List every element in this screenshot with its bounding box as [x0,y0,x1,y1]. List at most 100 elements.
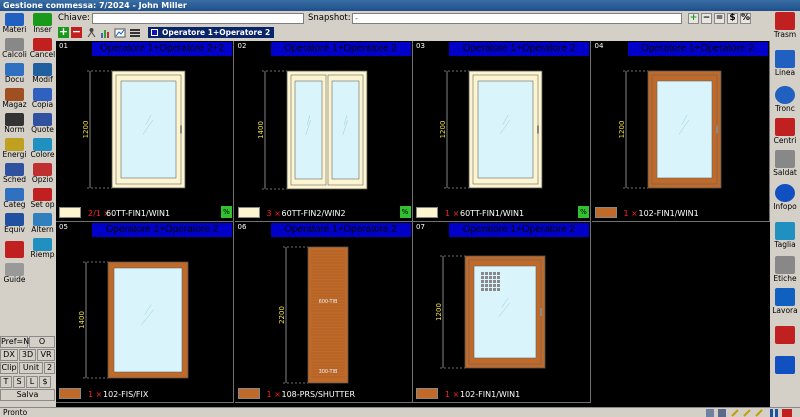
position-cell-04[interactable]: 04 Operatore 1+Operatore 2 1 × 102-FIN1/… [591,41,770,222]
left-mini-12[interactable]: Salva [0,389,55,401]
snapshot-input[interactable]: - [352,13,682,24]
right-tool-trasm[interactable]: Trasm [771,11,799,41]
right-tool-stopwatch-icon[interactable] [771,355,799,385]
left-mini-11[interactable]: $ [39,376,51,388]
left-tool-equiv[interactable]: Equiv [1,212,28,237]
left-tool-exit-icon[interactable] [1,237,28,262]
left-tool-opzio[interactable]: Opzio [29,162,56,187]
right-tool-linea[interactable]: Linea [771,49,799,79]
left-tool-set-op[interactable]: Set op [29,187,56,212]
remove-row-icon[interactable]: − [71,26,82,38]
left-tool-materi[interactable]: Materi [1,12,28,37]
percent-button[interactable]: % [740,13,751,24]
color-swatch [416,207,438,218]
add-row-icon[interactable]: + [58,26,69,38]
left-mini-10[interactable]: L [26,376,38,388]
left-tool-label: Cancel [29,50,56,59]
percent-badge[interactable]: % [221,206,232,218]
position-cell-03[interactable]: 03 Operatore 1+Operatore 2 1 × 60TT-FIN1… [413,41,591,222]
left-tool-quote[interactable]: Quote [29,112,56,137]
list-view-icon[interactable] [129,27,141,38]
percent-badge[interactable]: % [578,206,589,218]
left-tool-docu[interactable]: Docu [1,62,28,87]
percent-badge[interactable]: % [399,206,411,218]
position-cell-02[interactable]: 02 Operatore 1+Operatore 2 3 × 60TT-FIN2… [234,41,413,222]
left-tool-label: Inser [33,25,52,34]
left-tool-colore[interactable]: Colore [29,137,56,162]
left-mini-1[interactable]: O [29,336,55,348]
right-tool-infopo[interactable]: Infopo [771,183,799,213]
tree-icon[interactable] [86,27,97,38]
quantity-value: 1 [88,390,94,399]
left-mini-4[interactable]: VR [37,349,55,361]
left-mini-7[interactable]: 2 [44,362,55,374]
left-mini-3[interactable]: 3D [19,349,36,361]
height-dimension: 2200 [278,306,286,324]
left-tool-calcoli[interactable]: Calcoli [1,37,28,62]
left-tool-guide[interactable]: Guide [1,262,28,287]
left-mini-8[interactable]: T [0,376,12,388]
left-mini-6[interactable]: Unit [19,362,43,374]
left-mini-0[interactable]: Pref=No [0,336,34,348]
left-tool-categ[interactable]: Categ [1,187,28,212]
tools-icon [775,326,795,344]
stopwatch-icon [775,356,795,374]
position-cell-07[interactable]: 07 Operatore 1+Operatore 2 1 × 102-FIN1/… [413,222,591,403]
left-tool-cancel[interactable]: Cancel [29,37,56,62]
left-mini-9[interactable]: S [13,376,25,388]
left-mini-2[interactable]: DX [0,349,18,361]
glass-pane [477,80,534,179]
left-tool-norm[interactable]: Norm [1,112,28,137]
tab-operators[interactable]: Operatore 1+Operatore 2 [148,27,275,38]
window-title: Gestione commessa: 7/2024 - John Miller [0,0,800,11]
price-button[interactable]: $ [727,13,738,24]
right-tool-etiche[interactable]: Etiche [771,255,799,285]
grille-cell [481,272,484,275]
position-number: 01 [59,42,68,50]
left-tool-label: Sched [2,175,26,184]
remove-button[interactable]: − [701,13,712,24]
left-tool-label: Colore [30,150,55,159]
right-tool-tronc[interactable]: Tronc [771,85,799,115]
position-header: Operatore 1+Operatore 2 [449,42,589,56]
glass-pane [473,265,537,359]
right-tool-label: Etiche [773,274,797,283]
position-cell-05[interactable]: 05 Operatore 1+Operatore 2 1 × 102-FIS/F… [56,222,234,403]
left-tool-riemp[interactable]: Riemp [29,237,56,262]
left-tool-sched[interactable]: Sched [1,162,28,187]
quantity-value: 2/1 [88,209,101,218]
add-button[interactable]: + [688,13,699,24]
grille-cell [485,284,488,287]
right-tool-taglia[interactable]: Taglia [771,221,799,251]
window-drawing: 1200 [618,70,721,189]
left-toolbar: Materi Inser Calcoli Cancel Docu Modif Magaz Co… [0,11,56,407]
left-tool-altern[interactable]: Altern [29,212,56,237]
exit-icon [5,241,24,258]
glass-pane [656,80,712,179]
height-dimension: 1200 [435,303,443,321]
right-tool-centri[interactable]: Centri [771,117,799,147]
window-drawing: 1200 [439,70,543,189]
right-tool-tools-icon[interactable] [771,325,799,355]
left-tool-energi[interactable]: Energi [1,137,28,162]
position-number: 02 [237,42,247,50]
key-input[interactable] [92,13,304,24]
left-tool-copia[interactable]: Copia [29,87,56,112]
position-cell-06[interactable]: 06 Operatore 1+Operatore 2 1 × 108-PRS/S… [234,222,413,403]
position-header: Operatore 1+Operatore 2+2 [92,42,232,56]
position-code: 108-PRS/SHUTTER [281,390,356,399]
left-tool-magaz[interactable]: Magaz [1,87,28,112]
right-tool-saldat[interactable]: Saldat [771,149,799,179]
left-tool-modif[interactable]: Modif [29,62,56,87]
equal-button[interactable]: = [714,13,725,24]
chart-icon[interactable] [100,27,112,38]
quantity-value: 1 [445,209,451,218]
key-label: Chiave: [58,13,91,23]
right-tool-lavora[interactable]: Lavora [771,287,799,317]
position-code: 102-FIS/FIX [103,390,149,399]
position-quantity: 1 × [623,209,638,218]
bar-chart-icon[interactable] [114,27,126,38]
left-mini-5[interactable]: Clip [0,362,18,374]
left-tool-inser[interactable]: Inser [29,12,56,37]
position-cell-01[interactable]: 01 Operatore 1+Operatore 2+2 2/1 × 60TT-… [56,41,234,222]
